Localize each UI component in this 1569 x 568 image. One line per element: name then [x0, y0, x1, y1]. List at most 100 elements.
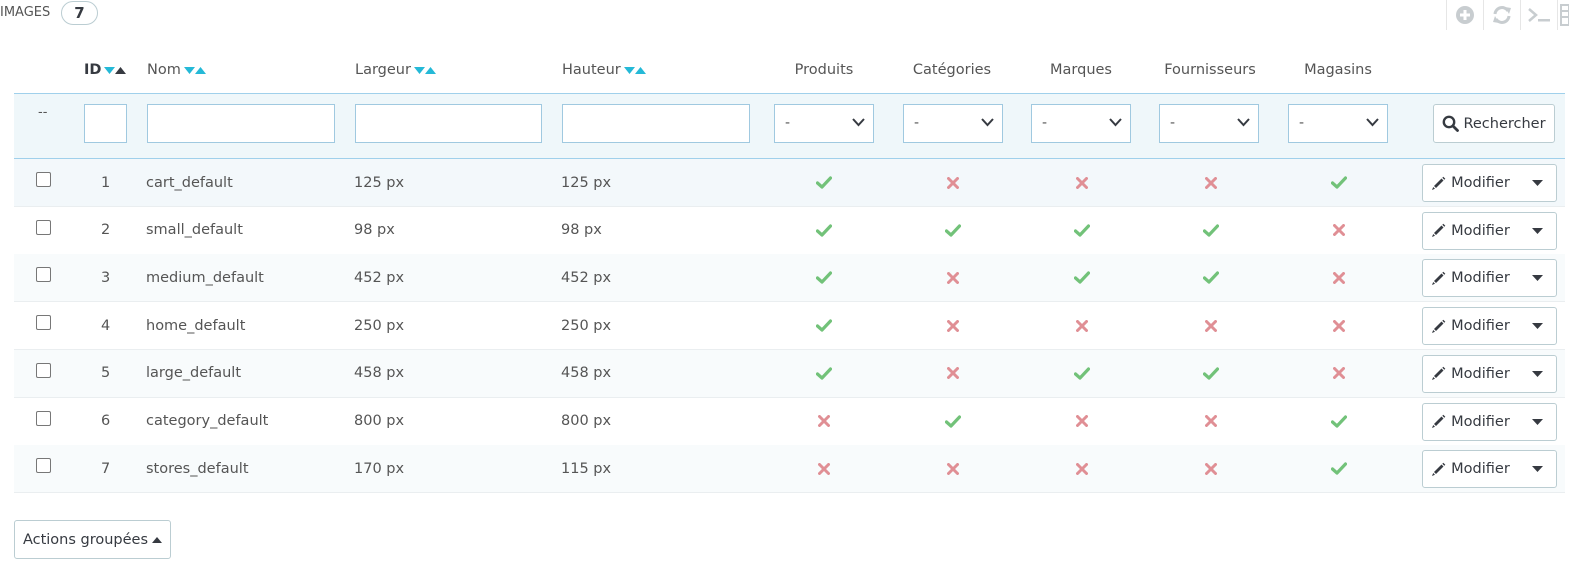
row-height: 115 px — [561, 460, 612, 477]
magasins-cross-icon[interactable] — [1324, 350, 1354, 397]
edit-button[interactable]: Modifier — [1423, 404, 1518, 440]
filter-largeur-input[interactable] — [355, 104, 542, 143]
sort-asc-icon[interactable] — [115, 66, 127, 74]
fournisseurs-check-icon[interactable] — [1196, 254, 1226, 301]
row-checkbox[interactable] — [36, 458, 51, 474]
sort-desc-icon[interactable] — [183, 66, 195, 74]
fournisseurs-cross-icon[interactable] — [1196, 445, 1226, 492]
edit-dropdown-toggle[interactable] — [1518, 356, 1556, 392]
refresh-button[interactable] — [1483, 0, 1520, 30]
filter-nom-input[interactable] — [147, 104, 335, 143]
table-row[interactable]: 2 small_default 98 px 98 px Modifier — [14, 207, 1565, 255]
table-row[interactable]: 4 home_default 250 px 250 px Modifier — [14, 302, 1565, 351]
row-id: 7 — [101, 460, 111, 477]
magasins-cross-icon[interactable] — [1324, 302, 1354, 349]
sort-desc-icon[interactable] — [104, 66, 116, 74]
filter-produits-select[interactable]: - — [774, 104, 874, 143]
sort-asc-icon[interactable] — [634, 66, 646, 74]
row-checkbox[interactable] — [36, 172, 51, 187]
edit-dropdown-toggle[interactable] — [1518, 308, 1556, 344]
caret-down-icon — [1531, 370, 1543, 377]
pencil-icon — [1432, 176, 1446, 190]
categories-cross-icon[interactable] — [938, 254, 968, 301]
magasins-check-icon[interactable] — [1324, 159, 1354, 206]
edit-button[interactable]: Modifier — [1423, 165, 1518, 201]
categories-cross-icon[interactable] — [938, 159, 968, 206]
categories-cross-icon[interactable] — [938, 302, 968, 349]
table-row[interactable]: 3 medium_default 452 px 452 px Modifier — [14, 254, 1565, 303]
edit-dropdown-toggle[interactable] — [1518, 213, 1556, 249]
table-row[interactable]: 1 cart_default 125 px 125 px Modifier — [14, 159, 1565, 207]
categories-check-icon[interactable] — [938, 398, 968, 445]
produits-cross-icon[interactable] — [809, 445, 839, 492]
produits-check-icon[interactable] — [809, 302, 839, 349]
toolbar — [1446, 0, 1569, 30]
marques-check-icon[interactable] — [1067, 207, 1097, 254]
search-button[interactable]: Rechercher — [1433, 104, 1555, 143]
edit-dropdown-toggle[interactable] — [1518, 404, 1556, 440]
marques-check-icon[interactable] — [1067, 350, 1097, 397]
chevron-down-icon — [852, 118, 865, 127]
marques-cross-icon[interactable] — [1067, 445, 1097, 492]
magasins-check-icon[interactable] — [1324, 445, 1354, 492]
filter-categories-select[interactable]: - — [903, 104, 1003, 143]
categories-cross-icon[interactable] — [938, 350, 968, 397]
sort-asc-icon[interactable] — [424, 66, 436, 74]
sql-query-button[interactable] — [1520, 0, 1557, 30]
panel-heading: IMAGES 7 — [0, 0, 1569, 30]
table-row[interactable]: 5 large_default 458 px 458 px Modifier — [14, 349, 1565, 398]
row-name: large_default — [146, 365, 242, 382]
edit-dropdown-toggle[interactable] — [1518, 260, 1556, 296]
produits-cross-icon[interactable] — [809, 398, 839, 445]
row-checkbox[interactable] — [36, 219, 51, 235]
produits-check-icon[interactable] — [809, 159, 839, 206]
export-button[interactable] — [1557, 0, 1569, 30]
edit-button[interactable]: Modifier — [1423, 308, 1518, 344]
magasins-check-icon[interactable] — [1324, 398, 1354, 445]
produits-check-icon[interactable] — [809, 350, 839, 397]
caret-down-icon — [1531, 227, 1543, 234]
filter-marques-select[interactable]: - — [1031, 104, 1131, 143]
produits-check-icon[interactable] — [809, 207, 839, 254]
fournisseurs-check-icon[interactable] — [1196, 350, 1226, 397]
fournisseurs-check-icon[interactable] — [1196, 207, 1226, 254]
marques-cross-icon[interactable] — [1067, 159, 1097, 206]
row-checkbox[interactable] — [36, 362, 51, 378]
fournisseurs-cross-icon[interactable] — [1196, 159, 1226, 206]
filter-hauteur-input[interactable] — [562, 104, 750, 143]
marques-cross-icon[interactable] — [1067, 302, 1097, 349]
row-id: 5 — [101, 365, 111, 382]
marques-cross-icon[interactable] — [1067, 398, 1097, 445]
edit-button-label: Modifier — [1451, 461, 1510, 478]
categories-check-icon[interactable] — [938, 207, 968, 254]
fournisseurs-cross-icon[interactable] — [1196, 398, 1226, 445]
search-icon — [1443, 115, 1460, 132]
edit-dropdown-toggle[interactable] — [1518, 451, 1556, 487]
row-checkbox[interactable] — [36, 315, 51, 331]
filter-magasins-select[interactable]: - — [1288, 104, 1388, 143]
edit-button[interactable]: Modifier — [1423, 213, 1518, 249]
sort-desc-icon[interactable] — [623, 66, 635, 74]
table-row[interactable]: 6 category_default 800 px 800 px Modifier — [14, 398, 1565, 446]
sort-desc-icon[interactable] — [413, 66, 425, 74]
column-header-hauteur-label: Hauteur — [562, 62, 621, 78]
edit-button[interactable]: Modifier — [1423, 356, 1518, 392]
magasins-cross-icon[interactable] — [1324, 254, 1354, 301]
filter-fournisseurs-select[interactable]: - — [1159, 104, 1259, 143]
row-checkbox[interactable] — [36, 410, 51, 426]
produits-check-icon[interactable] — [809, 254, 839, 301]
column-header-nom: Nom — [147, 62, 206, 78]
table-row[interactable]: 7 stores_default 170 px 115 px Modifier — [14, 445, 1565, 494]
edit-dropdown-toggle[interactable] — [1518, 165, 1556, 201]
edit-button[interactable]: Modifier — [1423, 260, 1518, 296]
bulk-actions-button[interactable]: Actions groupées — [14, 520, 171, 559]
sort-asc-icon[interactable] — [194, 66, 206, 74]
marques-check-icon[interactable] — [1067, 254, 1097, 301]
magasins-cross-icon[interactable] — [1324, 207, 1354, 254]
edit-button[interactable]: Modifier — [1423, 451, 1518, 487]
categories-cross-icon[interactable] — [938, 445, 968, 492]
row-checkbox[interactable] — [36, 267, 51, 283]
add-new-button[interactable] — [1446, 0, 1483, 30]
fournisseurs-cross-icon[interactable] — [1196, 302, 1226, 349]
filter-id-input[interactable] — [84, 104, 127, 143]
